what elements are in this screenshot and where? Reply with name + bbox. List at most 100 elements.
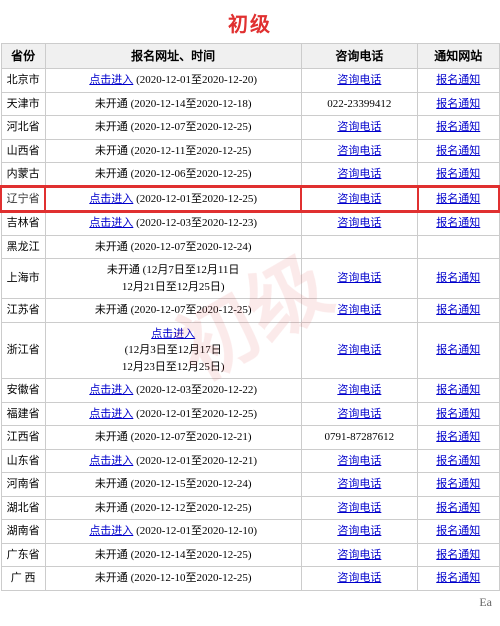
phone-link[interactable]: 咨询电话 [337, 145, 381, 157]
phone-link[interactable]: 咨询电话 [337, 217, 381, 229]
phone-cell: 咨询电话 [301, 379, 417, 403]
phone-link[interactable]: 咨询电话 [337, 304, 381, 316]
registration-cell: 未开通 (2020-12-10至2020-12-25) [45, 567, 301, 591]
table-row: 湖北省未开通 (2020-12-12至2020-12-25)咨询电话报名通知 [1, 496, 499, 520]
phone-number: 022-23399412 [327, 98, 391, 110]
notice-link[interactable]: 报名通知 [436, 193, 480, 205]
notice-link[interactable]: 报名通知 [436, 525, 480, 537]
table-row: 辽宁省点击进入 (2020-12-01至2020-12-25)咨询电话报名通知 [1, 187, 499, 212]
registration-cell: 未开通 (2020-12-07至2020-12-25) [45, 116, 301, 140]
reg-time: (2020-12-07至2020-12-24) [128, 241, 252, 253]
notice-link[interactable]: 报名通知 [436, 168, 480, 180]
notice-cell: 报名通知 [418, 259, 499, 299]
notice-link[interactable]: 报名通知 [436, 74, 480, 86]
phone-cell: 咨询电话 [301, 139, 417, 163]
reg-time: (12月3日至12月17日 12月23日至12月25日) [122, 344, 225, 373]
province-cell: 江苏省 [1, 299, 45, 323]
province-cell: 山东省 [1, 449, 45, 473]
notice-link[interactable]: 报名通知 [436, 272, 480, 284]
reg-link[interactable]: 点击进入 [89, 217, 133, 229]
registration-cell: 未开通 (2020-12-06至2020-12-25) [45, 163, 301, 187]
reg-status: 未开通 [95, 502, 128, 514]
phone-link[interactable]: 咨询电话 [337, 168, 381, 180]
notice-cell: 报名通知 [418, 520, 499, 544]
notice-link[interactable]: 报名通知 [436, 304, 480, 316]
reg-link[interactable]: 点击进入 [89, 525, 133, 537]
main-table: 省份 报名网址、时间 咨询电话 通知网站 北京市点击进入 (2020-12-01… [0, 43, 500, 591]
table-header: 省份 报名网址、时间 咨询电话 通知网站 [1, 44, 499, 69]
province-cell: 吉林省 [1, 211, 45, 235]
phone-link[interactable]: 咨询电话 [337, 525, 381, 537]
reg-link[interactable]: 点击进入 [89, 74, 133, 86]
province-cell: 天津市 [1, 92, 45, 116]
reg-link[interactable]: 点击进入 [89, 193, 133, 205]
registration-cell: 点击进入 (2020-12-01至2020-12-25) [45, 187, 301, 212]
province-cell: 安徽省 [1, 379, 45, 403]
notice-link[interactable]: 报名通知 [436, 145, 480, 157]
notice-cell: 报名通知 [418, 187, 499, 212]
notice-link[interactable]: 报名通知 [436, 478, 480, 490]
phone-cell: 咨询电话 [301, 259, 417, 299]
notice-cell: 报名通知 [418, 299, 499, 323]
phone-link[interactable]: 咨询电话 [337, 193, 381, 205]
notice-cell: 报名通知 [418, 567, 499, 591]
reg-link[interactable]: 点击进入 [151, 328, 195, 340]
notice-link[interactable]: 报名通知 [436, 549, 480, 561]
registration-cell: 未开通 (2020-12-07至2020-12-24) [45, 235, 301, 259]
reg-link[interactable]: 点击进入 [89, 408, 133, 420]
notice-link[interactable]: 报名通知 [436, 455, 480, 467]
registration-cell: 点击进入 (2020-12-01至2020-12-10) [45, 520, 301, 544]
notice-link[interactable]: 报名通知 [436, 121, 480, 133]
table-row: 安徽省 点击进入 (2020-12-03至2020-12-22) 咨询电话 报名通知 [1, 379, 499, 403]
phone-cell: 咨询电话 [301, 402, 417, 426]
reg-time: (2020-12-03至2020-12-22) [133, 384, 257, 396]
phone-link[interactable]: 咨询电话 [337, 121, 381, 133]
phone-link[interactable]: 咨询电话 [337, 272, 381, 284]
notice-cell: 报名通知 [418, 379, 499, 403]
notice-cell: 报名通知 [418, 92, 499, 116]
phone-link[interactable]: 咨询电话 [337, 572, 381, 584]
notice-link[interactable]: 报名通知 [436, 384, 480, 396]
reg-status: 未开通 [95, 478, 128, 490]
notice-cell: 报名通知 [418, 496, 499, 520]
phone-link[interactable]: 咨询电话 [337, 478, 381, 490]
notice-link[interactable]: 报名通知 [436, 431, 480, 443]
reg-time: (2020-12-07至2020-12-21) [128, 431, 252, 443]
table-row: 湖南省点击进入 (2020-12-01至2020-12-10)咨询电话报名通知 [1, 520, 499, 544]
notice-link[interactable]: 报名通知 [436, 344, 480, 356]
registration-cell: 未开通 (2020-12-14至2020-12-25) [45, 543, 301, 567]
notice-link[interactable]: 报名通知 [436, 217, 480, 229]
reg-time: (2020-12-14至2020-12-25) [128, 549, 252, 561]
phone-cell: 咨询电话 [301, 69, 417, 93]
table-row: 山东省点击进入 (2020-12-01至2020-12-21) 咨询电话 报名通知 [1, 449, 499, 473]
reg-time: (2020-12-06至2020-12-25) [128, 168, 252, 180]
reg-time: (2020-12-15至2020-12-24) [128, 478, 252, 490]
notice-cell: 报名通知 [418, 426, 499, 450]
phone-link[interactable]: 咨询电话 [337, 344, 381, 356]
notice-link[interactable]: 报名通知 [436, 502, 480, 514]
province-cell: 河南省 [1, 473, 45, 497]
phone-link[interactable]: 咨询电话 [337, 384, 381, 396]
registration-cell: 点击进入 (12月3日至12月17日 12月23日至12月25日) [45, 322, 301, 379]
reg-link[interactable]: 点击进入 [89, 455, 133, 467]
reg-time: (2020-12-03至2020-12-23) [133, 217, 257, 229]
table-row: 江苏省 未开通 (2020-12-07至2020-12-25) 咨询电话 报名通知 [1, 299, 499, 323]
phone-link[interactable]: 咨询电话 [337, 455, 381, 467]
phone-link[interactable]: 咨询电话 [337, 549, 381, 561]
table-row: 天津市未开通 (2020-12-14至2020-12-18)022-233994… [1, 92, 499, 116]
table-row: 北京市点击进入 (2020-12-01至2020-12-20)咨询电话报名通知 [1, 69, 499, 93]
province-cell: 江西省 [1, 426, 45, 450]
reg-status: 未开通 [95, 304, 128, 316]
reg-link[interactable]: 点击进入 [89, 384, 133, 396]
registration-cell: 点击进入 (2020-12-01至2020-12-21) [45, 449, 301, 473]
phone-link[interactable]: 咨询电话 [337, 74, 381, 86]
notice-link[interactable]: 报名通知 [436, 572, 480, 584]
reg-status: 未开通 [95, 121, 128, 133]
reg-time: (2020-12-07至2020-12-25) [128, 304, 252, 316]
phone-cell: 咨询电话 [301, 449, 417, 473]
table-row: 上海市未开通 (12月7日至12月11日 12月21日至12月25日)咨询电话报… [1, 259, 499, 299]
phone-link[interactable]: 咨询电话 [337, 502, 381, 514]
notice-link[interactable]: 报名通知 [436, 408, 480, 420]
phone-link[interactable]: 咨询电话 [337, 408, 381, 420]
notice-link[interactable]: 报名通知 [436, 98, 480, 110]
